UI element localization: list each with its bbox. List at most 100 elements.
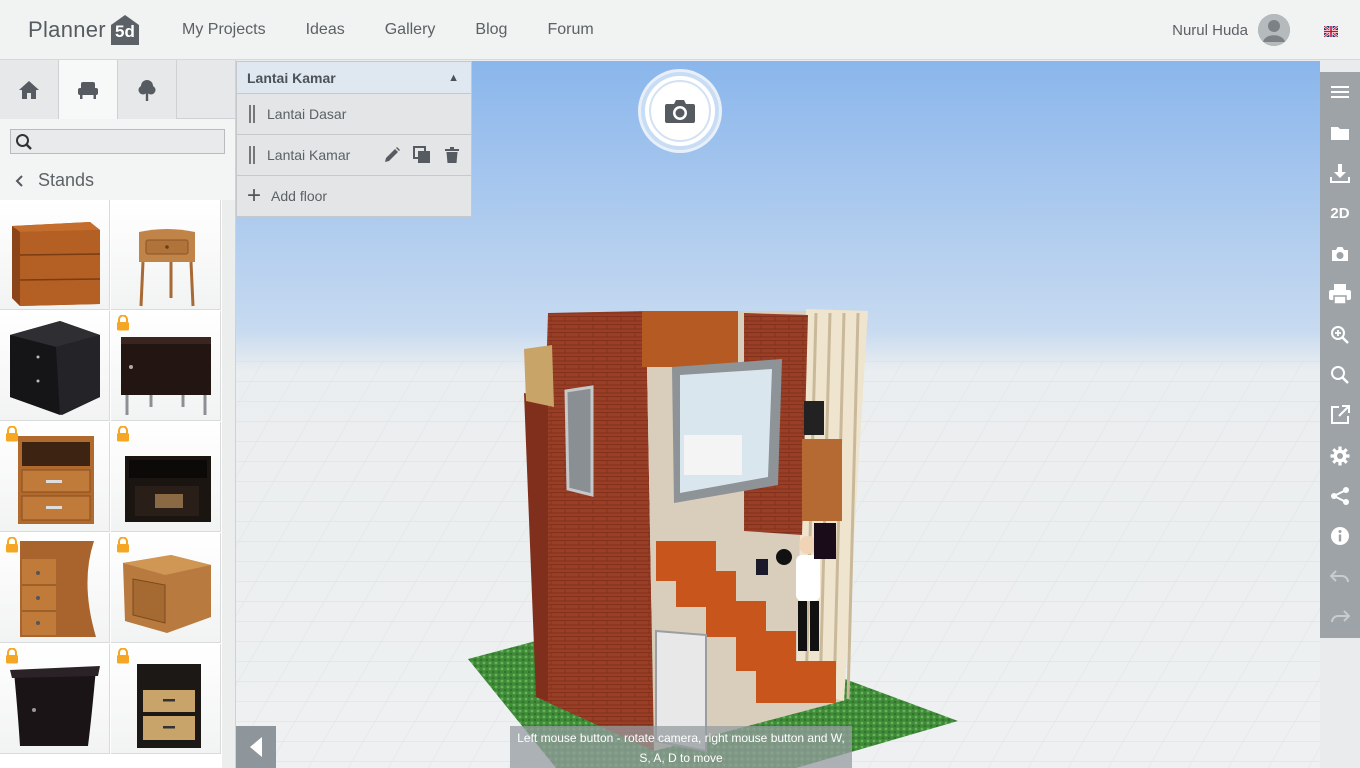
folder-icon bbox=[1331, 126, 1349, 140]
collapse-panel-button[interactable] bbox=[236, 726, 276, 768]
right-toolbar: 2D bbox=[1320, 72, 1360, 638]
download-button[interactable] bbox=[1320, 153, 1360, 193]
add-floor-button[interactable]: + Add floor bbox=[237, 176, 471, 216]
nav-ideas[interactable]: Ideas bbox=[306, 21, 345, 39]
catalog-item[interactable] bbox=[0, 200, 110, 310]
catalog-item[interactable] bbox=[111, 311, 221, 421]
undo-button[interactable] bbox=[1320, 557, 1360, 597]
user-menu[interactable]: Nurul Huda bbox=[1172, 14, 1290, 46]
duplicate-floor-button[interactable] bbox=[407, 144, 437, 166]
lock-icon bbox=[117, 648, 129, 664]
settings-button[interactable] bbox=[1320, 436, 1360, 476]
redo-icon bbox=[1331, 610, 1350, 623]
triangle-left-icon bbox=[250, 737, 262, 757]
undo-icon bbox=[1330, 570, 1349, 583]
toggle-2d-button[interactable]: 2D bbox=[1320, 193, 1360, 233]
zoom-out-button[interactable] bbox=[1320, 355, 1360, 395]
logo-text: Planner bbox=[28, 17, 106, 42]
catalog-grid bbox=[0, 200, 222, 768]
furniture-icon bbox=[78, 81, 98, 99]
download-icon bbox=[1330, 163, 1350, 183]
lock-icon bbox=[6, 648, 18, 664]
navigation-hint: Left mouse button - rotate camera, right… bbox=[510, 726, 852, 768]
share-button[interactable] bbox=[1320, 476, 1360, 516]
nav-forum[interactable]: Forum bbox=[547, 21, 593, 39]
plus-icon: + bbox=[247, 182, 262, 209]
catalog-tabs bbox=[0, 60, 235, 119]
logo[interactable]: Planner 5d bbox=[28, 10, 141, 50]
info-button[interactable] bbox=[1320, 516, 1360, 556]
nav-blog[interactable]: Blog bbox=[475, 21, 507, 39]
camera-icon bbox=[665, 100, 695, 123]
current-floor-label: Lantai Kamar bbox=[247, 69, 336, 86]
floor-item-lantai-kamar[interactable]: Lantai Kamar bbox=[237, 135, 471, 176]
pencil-icon bbox=[385, 147, 400, 162]
lock-icon bbox=[6, 537, 18, 553]
floor-label: Lantai Kamar bbox=[267, 147, 351, 163]
add-floor-label: Add floor bbox=[271, 188, 328, 204]
copy-icon bbox=[413, 146, 430, 163]
floor-label: Lantai Dasar bbox=[267, 106, 347, 122]
main-nav: My Projects Ideas Gallery Blog Forum bbox=[182, 0, 634, 60]
breadcrumb-back[interactable]: Stands bbox=[0, 158, 235, 204]
gear-icon bbox=[1330, 446, 1350, 466]
lock-icon bbox=[6, 426, 18, 442]
tabs-spacer bbox=[177, 60, 235, 118]
breadcrumb-label: Stands bbox=[38, 170, 95, 190]
chevron-left-icon bbox=[15, 174, 23, 187]
uk-flag-icon[interactable] bbox=[1323, 24, 1339, 38]
hamburger-icon bbox=[1331, 86, 1349, 99]
catalog-item[interactable] bbox=[0, 533, 110, 643]
lock-icon bbox=[117, 315, 129, 331]
print-button[interactable] bbox=[1320, 274, 1360, 314]
search-icon bbox=[16, 134, 32, 150]
drag-handle-icon[interactable] bbox=[249, 146, 255, 164]
floor-actions bbox=[377, 144, 467, 166]
logo-badge: 5d bbox=[109, 13, 141, 47]
edit-floor-button[interactable] bbox=[377, 144, 407, 166]
share-icon bbox=[1331, 487, 1349, 506]
zoom-in-button[interactable] bbox=[1320, 314, 1360, 354]
drag-handle-icon[interactable] bbox=[249, 105, 255, 123]
logo-badge-text: 5d bbox=[115, 22, 135, 41]
home-icon bbox=[19, 80, 39, 99]
catalog-scrollbar[interactable] bbox=[222, 200, 235, 768]
search-input[interactable] bbox=[39, 132, 219, 151]
catalog-item[interactable] bbox=[111, 644, 221, 754]
external-link-icon bbox=[1331, 405, 1350, 425]
catalog-item[interactable] bbox=[111, 422, 221, 532]
catalog-item[interactable] bbox=[111, 533, 221, 643]
tree-icon bbox=[138, 79, 156, 101]
top-bar: Planner 5d My Projects Ideas Gallery Blo… bbox=[0, 0, 1360, 60]
lock-icon bbox=[117, 426, 129, 442]
catalog-item[interactable] bbox=[0, 311, 110, 421]
tab-exterior[interactable] bbox=[118, 60, 177, 119]
printer-icon bbox=[1329, 284, 1351, 305]
open-external-button[interactable] bbox=[1320, 395, 1360, 435]
catalog-item[interactable] bbox=[0, 422, 110, 532]
nav-my-projects[interactable]: My Projects bbox=[182, 21, 266, 39]
nav-gallery[interactable]: Gallery bbox=[385, 21, 436, 39]
zoom-in-icon bbox=[1331, 325, 1349, 344]
info-icon bbox=[1331, 527, 1349, 546]
zoom-out-icon bbox=[1331, 365, 1349, 384]
menu-button[interactable] bbox=[1320, 72, 1360, 112]
redo-button[interactable] bbox=[1320, 597, 1360, 637]
catalog-search[interactable] bbox=[10, 129, 225, 154]
delete-floor-button[interactable] bbox=[437, 144, 467, 166]
avatar[interactable] bbox=[1258, 14, 1290, 46]
floors-dropdown[interactable]: Lantai Kamar ▲ bbox=[237, 62, 471, 94]
catalog-item[interactable] bbox=[0, 644, 110, 754]
catalog-item[interactable] bbox=[111, 200, 221, 310]
camera-snapshot-button[interactable] bbox=[641, 72, 719, 150]
floors-panel: Lantai Kamar ▲ Lantai Dasar Lantai Kamar… bbox=[236, 61, 472, 217]
caret-up-icon: ▲ bbox=[448, 72, 459, 84]
floor-item-lantai-dasar[interactable]: Lantai Dasar bbox=[237, 94, 471, 135]
open-project-button[interactable] bbox=[1320, 112, 1360, 152]
tab-rooms[interactable] bbox=[0, 60, 59, 119]
tab-furniture[interactable] bbox=[59, 60, 118, 119]
user-name[interactable]: Nurul Huda bbox=[1172, 22, 1248, 39]
catalog-panel: Stands bbox=[0, 60, 236, 768]
lock-icon bbox=[117, 537, 129, 553]
snapshot-button[interactable] bbox=[1320, 234, 1360, 274]
